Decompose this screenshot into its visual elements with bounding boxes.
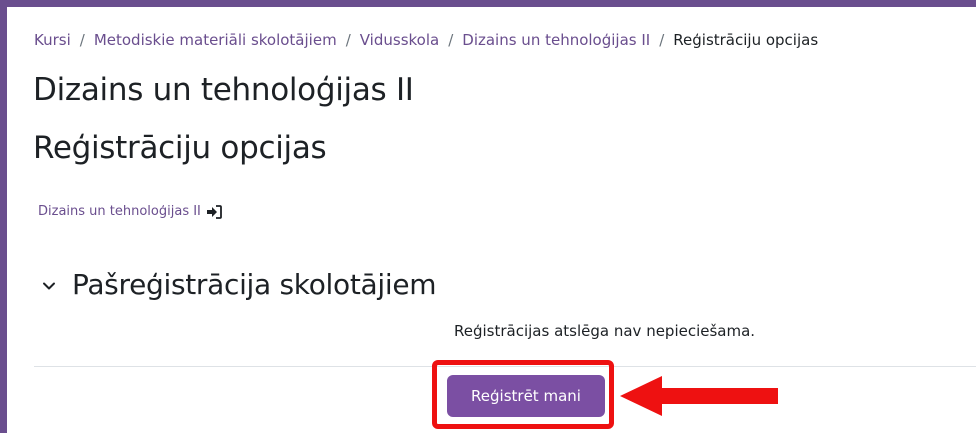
annotation-arrow-icon: [620, 376, 778, 416]
breadcrumb: Kursi / Metodiskie materiāli skolotājiem…: [34, 31, 818, 49]
breadcrumb-item-course[interactable]: Dizains un tehnoloģijas II: [462, 31, 650, 49]
enter-icon: [206, 204, 222, 219]
page-title: Reģistrāciju opcijas: [33, 130, 327, 166]
course-link-label: Dizains un tehnoloģijas II: [38, 204, 201, 219]
breadcrumb-item-methodical-materials[interactable]: Metodiskie materiāli skolotājiem: [94, 31, 337, 49]
section-title: Pašreģistrācija skolotājiem: [72, 268, 437, 301]
course-title: Dizains un tehnoloģijas II: [33, 72, 414, 108]
self-enrolment-section-header[interactable]: Pašreģistrācija skolotājiem: [42, 268, 437, 301]
course-link[interactable]: Dizains un tehnoloģijas II: [38, 204, 222, 219]
breadcrumb-separator: /: [345, 31, 351, 49]
breadcrumb-item-vidusskola[interactable]: Vidusskola: [360, 31, 439, 49]
chevron-down-icon[interactable]: [42, 278, 56, 292]
breadcrumb-item-kursi[interactable]: Kursi: [34, 31, 71, 49]
enrol-me-button[interactable]: Reģistrēt mani: [447, 375, 605, 417]
window-frame-top: [0, 0, 976, 7]
breadcrumb-separator: /: [659, 31, 665, 49]
breadcrumb-separator: /: [79, 31, 85, 49]
enrolment-key-info: Reģistrācijas atslēga nav nepieciešama.: [454, 322, 756, 340]
breadcrumb-current: Reģistrāciju opcijas: [673, 31, 819, 49]
window-frame-left: [0, 0, 7, 433]
breadcrumb-separator: /: [448, 31, 454, 49]
